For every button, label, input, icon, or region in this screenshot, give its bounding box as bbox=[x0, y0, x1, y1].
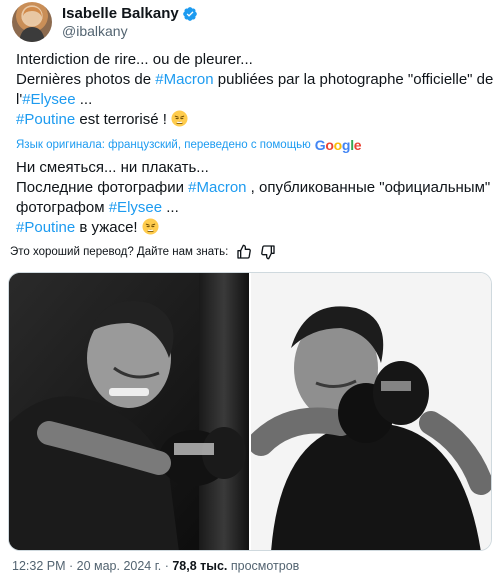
hashtag-macron[interactable]: #Macron bbox=[155, 71, 213, 88]
translation-notice[interactable]: Язык оригинала: французский, переведено … bbox=[16, 137, 362, 153]
author-handle[interactable]: @ibalkany bbox=[62, 23, 198, 39]
tweet-line: Dernières photos de #Macron publiées par… bbox=[16, 70, 494, 90]
translation-text-segment: ... bbox=[162, 199, 179, 216]
view-count: 78,8 тыс. bbox=[172, 559, 228, 573]
tweet-text: Interdiction de rire... ou de pleurer...… bbox=[16, 50, 494, 130]
translation-notice-text: Язык оригинала: французский, переведено … bbox=[16, 139, 311, 151]
weary-face-emoji-icon bbox=[171, 110, 188, 127]
tweet-text-segment: ... bbox=[75, 91, 93, 108]
translation-feedback: Это хороший перевод? Дайте нам знать: bbox=[10, 244, 276, 260]
verified-badge-icon bbox=[182, 6, 197, 21]
google-logo: Google bbox=[314, 137, 362, 153]
thumbs-up-icon[interactable] bbox=[236, 244, 252, 260]
meta-separator: · bbox=[65, 559, 77, 573]
views-label: просмотров bbox=[227, 559, 300, 573]
translation-text-segment: , опубликованные "официальным" bbox=[246, 179, 491, 196]
author-display-name[interactable]: Isabelle Balkany bbox=[62, 5, 179, 22]
translation-line: Последние фотографии #Macron , опубликов… bbox=[16, 178, 492, 198]
tweet-line: Interdiction de rire... ou de pleurer... bbox=[16, 50, 492, 70]
weary-face-emoji-icon bbox=[142, 218, 159, 235]
tweet-text-segment: Interdiction de rire... ou de pleurer... bbox=[16, 51, 253, 68]
tweet-date[interactable]: 20 мар. 2024 г. bbox=[77, 559, 162, 573]
translation-text-segment: Ни смеяться... ни плакать... bbox=[16, 159, 209, 176]
hashtag-elysee[interactable]: #Elysee bbox=[109, 199, 162, 216]
tweet-text-segment: Dernières photos de bbox=[16, 71, 156, 88]
translation-text-segment: Последние фотографии bbox=[16, 179, 189, 196]
hashtag-elysee[interactable]: #Elysee bbox=[22, 91, 75, 108]
author-avatar[interactable] bbox=[12, 2, 52, 42]
hashtag-poutine[interactable]: #Poutine bbox=[16, 219, 75, 236]
hashtag-poutine[interactable]: #Poutine bbox=[16, 111, 75, 128]
translation-text-segment: фотографом bbox=[16, 199, 109, 216]
translation-line: #Poutine в ужасе! bbox=[16, 218, 492, 238]
translation-text-segment: в ужасе! bbox=[75, 219, 142, 236]
media-photo-2[interactable] bbox=[251, 273, 491, 550]
tweet-text-segment: publiées par la photographe "officielle"… bbox=[213, 71, 494, 88]
tweet-text-segment: est terrorisé ! bbox=[75, 111, 172, 128]
tweet-header: Isabelle Balkany @ibalkany bbox=[12, 2, 198, 42]
thumbs-down-icon[interactable] bbox=[260, 244, 276, 260]
translation-line: фотографом #Elysee ... bbox=[16, 198, 492, 218]
hashtag-macron[interactable]: #Macron bbox=[188, 179, 246, 196]
tweet-line: #Poutine est terrorisé ! bbox=[16, 110, 492, 130]
tweet-line: l'#Elysee ... bbox=[16, 90, 492, 110]
feedback-question: Это хороший перевод? Дайте нам знать: bbox=[10, 246, 229, 258]
media-photo-1[interactable] bbox=[9, 273, 249, 550]
translated-tweet-text: Ни смеяться... ни плакать... Последние ф… bbox=[16, 158, 492, 238]
tweet-time[interactable]: 12:32 PM bbox=[12, 559, 66, 573]
translation-line: Ни смеяться... ни плакать... bbox=[16, 158, 492, 178]
meta-separator: · bbox=[161, 559, 173, 573]
tweet-media bbox=[8, 272, 492, 551]
tweet-meta: 12:32 PM · 20 мар. 2024 г. · 78,8 тыс. п… bbox=[12, 559, 299, 573]
